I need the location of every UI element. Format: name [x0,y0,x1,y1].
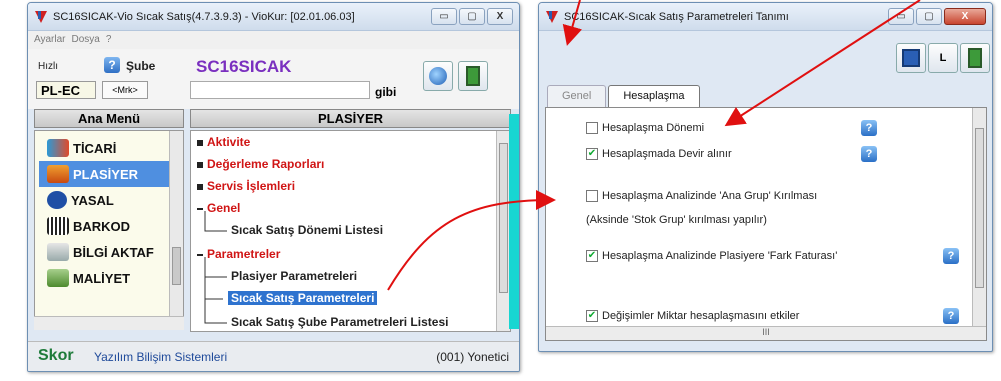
arrow-to-window [562,0,583,46]
annotation-arrows [387,0,921,291]
arrow-to-option [724,0,921,127]
arrow-from-tree [387,190,556,291]
